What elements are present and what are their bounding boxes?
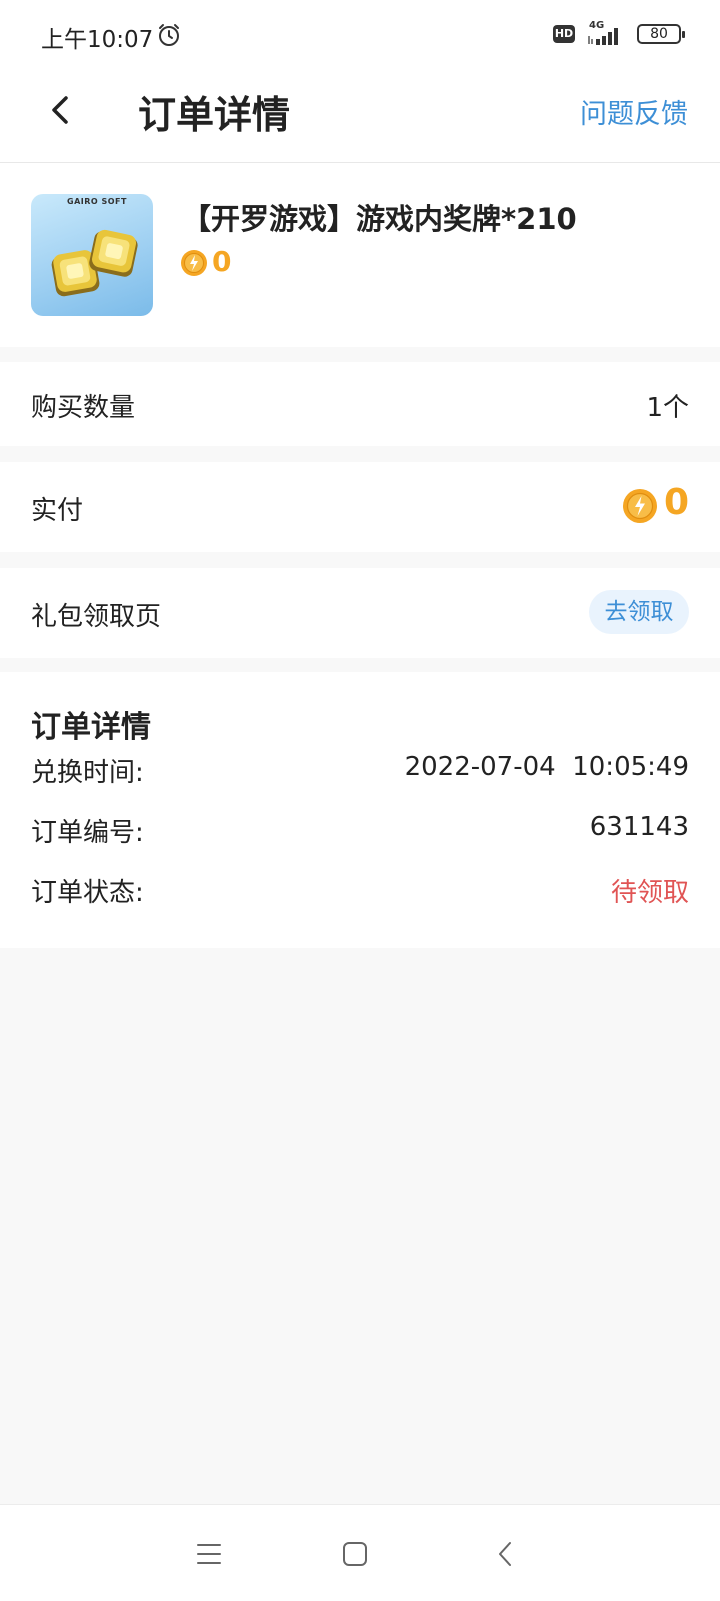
product-card: GAIRO SOFT 【开罗游戏】游戏内奖牌*210 0 bbox=[0, 163, 720, 347]
payment-value: 0 bbox=[663, 482, 689, 523]
order-details-card: 订单详情 兑换时间: 2022-07-04 10:05:49 订单编号: 631… bbox=[0, 672, 720, 948]
hd-badge: HD bbox=[553, 25, 575, 43]
thumbnail-logo-text: GAIRO SOFT bbox=[67, 197, 127, 206]
page-header: 订单详情 问题反馈 bbox=[0, 70, 720, 163]
medal-image bbox=[51, 229, 138, 297]
gift-row: 礼包领取页 去领取 bbox=[0, 568, 720, 658]
chevron-left-icon[interactable] bbox=[46, 90, 76, 130]
home-icon[interactable] bbox=[342, 1541, 368, 1567]
payment-row: 实付 0 bbox=[0, 462, 720, 552]
purchase-quantity-label: 购买数量 bbox=[31, 393, 136, 423]
product-name: 【开罗游戏】游戏内奖牌*210 bbox=[182, 202, 577, 236]
back-icon[interactable] bbox=[496, 1541, 516, 1567]
order-number-label: 订单编号: bbox=[31, 818, 144, 848]
claim-button[interactable]: 去领取 bbox=[589, 590, 689, 634]
order-number-row: 订单编号: 631143 bbox=[0, 812, 720, 852]
gift-label: 礼包领取页 bbox=[31, 602, 162, 632]
exchange-time-row: 兑换时间: 2022-07-04 10:05:49 bbox=[0, 752, 720, 792]
exchange-time-label: 兑换时间: bbox=[31, 758, 144, 788]
order-details-title: 订单详情 bbox=[31, 710, 151, 745]
order-status-label: 订单状态: bbox=[31, 878, 144, 908]
signal-icon bbox=[588, 28, 618, 45]
page-title: 订单详情 bbox=[138, 93, 291, 137]
status-time: 上午10:07 bbox=[41, 27, 154, 53]
payment-label: 实付 bbox=[31, 496, 84, 526]
feedback-link[interactable]: 问题反馈 bbox=[580, 92, 688, 131]
menu-icon[interactable] bbox=[196, 1541, 222, 1567]
system-nav-bar bbox=[0, 1504, 720, 1601]
order-status-value: 待领取 bbox=[610, 878, 689, 908]
purchase-quantity-row: 购买数量 1个 bbox=[0, 362, 720, 446]
order-status-row: 订单状态: 待领取 bbox=[0, 872, 720, 912]
order-number-value: 631143 bbox=[589, 812, 689, 842]
purchase-quantity-value: 1个 bbox=[646, 393, 689, 423]
coin-icon bbox=[181, 250, 207, 276]
product-thumbnail: GAIRO SOFT bbox=[31, 194, 153, 316]
product-price: 0 bbox=[212, 245, 232, 278]
exchange-time-value: 2022-07-04 10:05:49 bbox=[404, 752, 689, 782]
status-bar: 上午10:07 HD 4G 80 bbox=[0, 0, 720, 70]
alarm-icon bbox=[159, 24, 179, 46]
coin-icon bbox=[623, 489, 657, 523]
battery-icon: 80 bbox=[637, 24, 685, 44]
